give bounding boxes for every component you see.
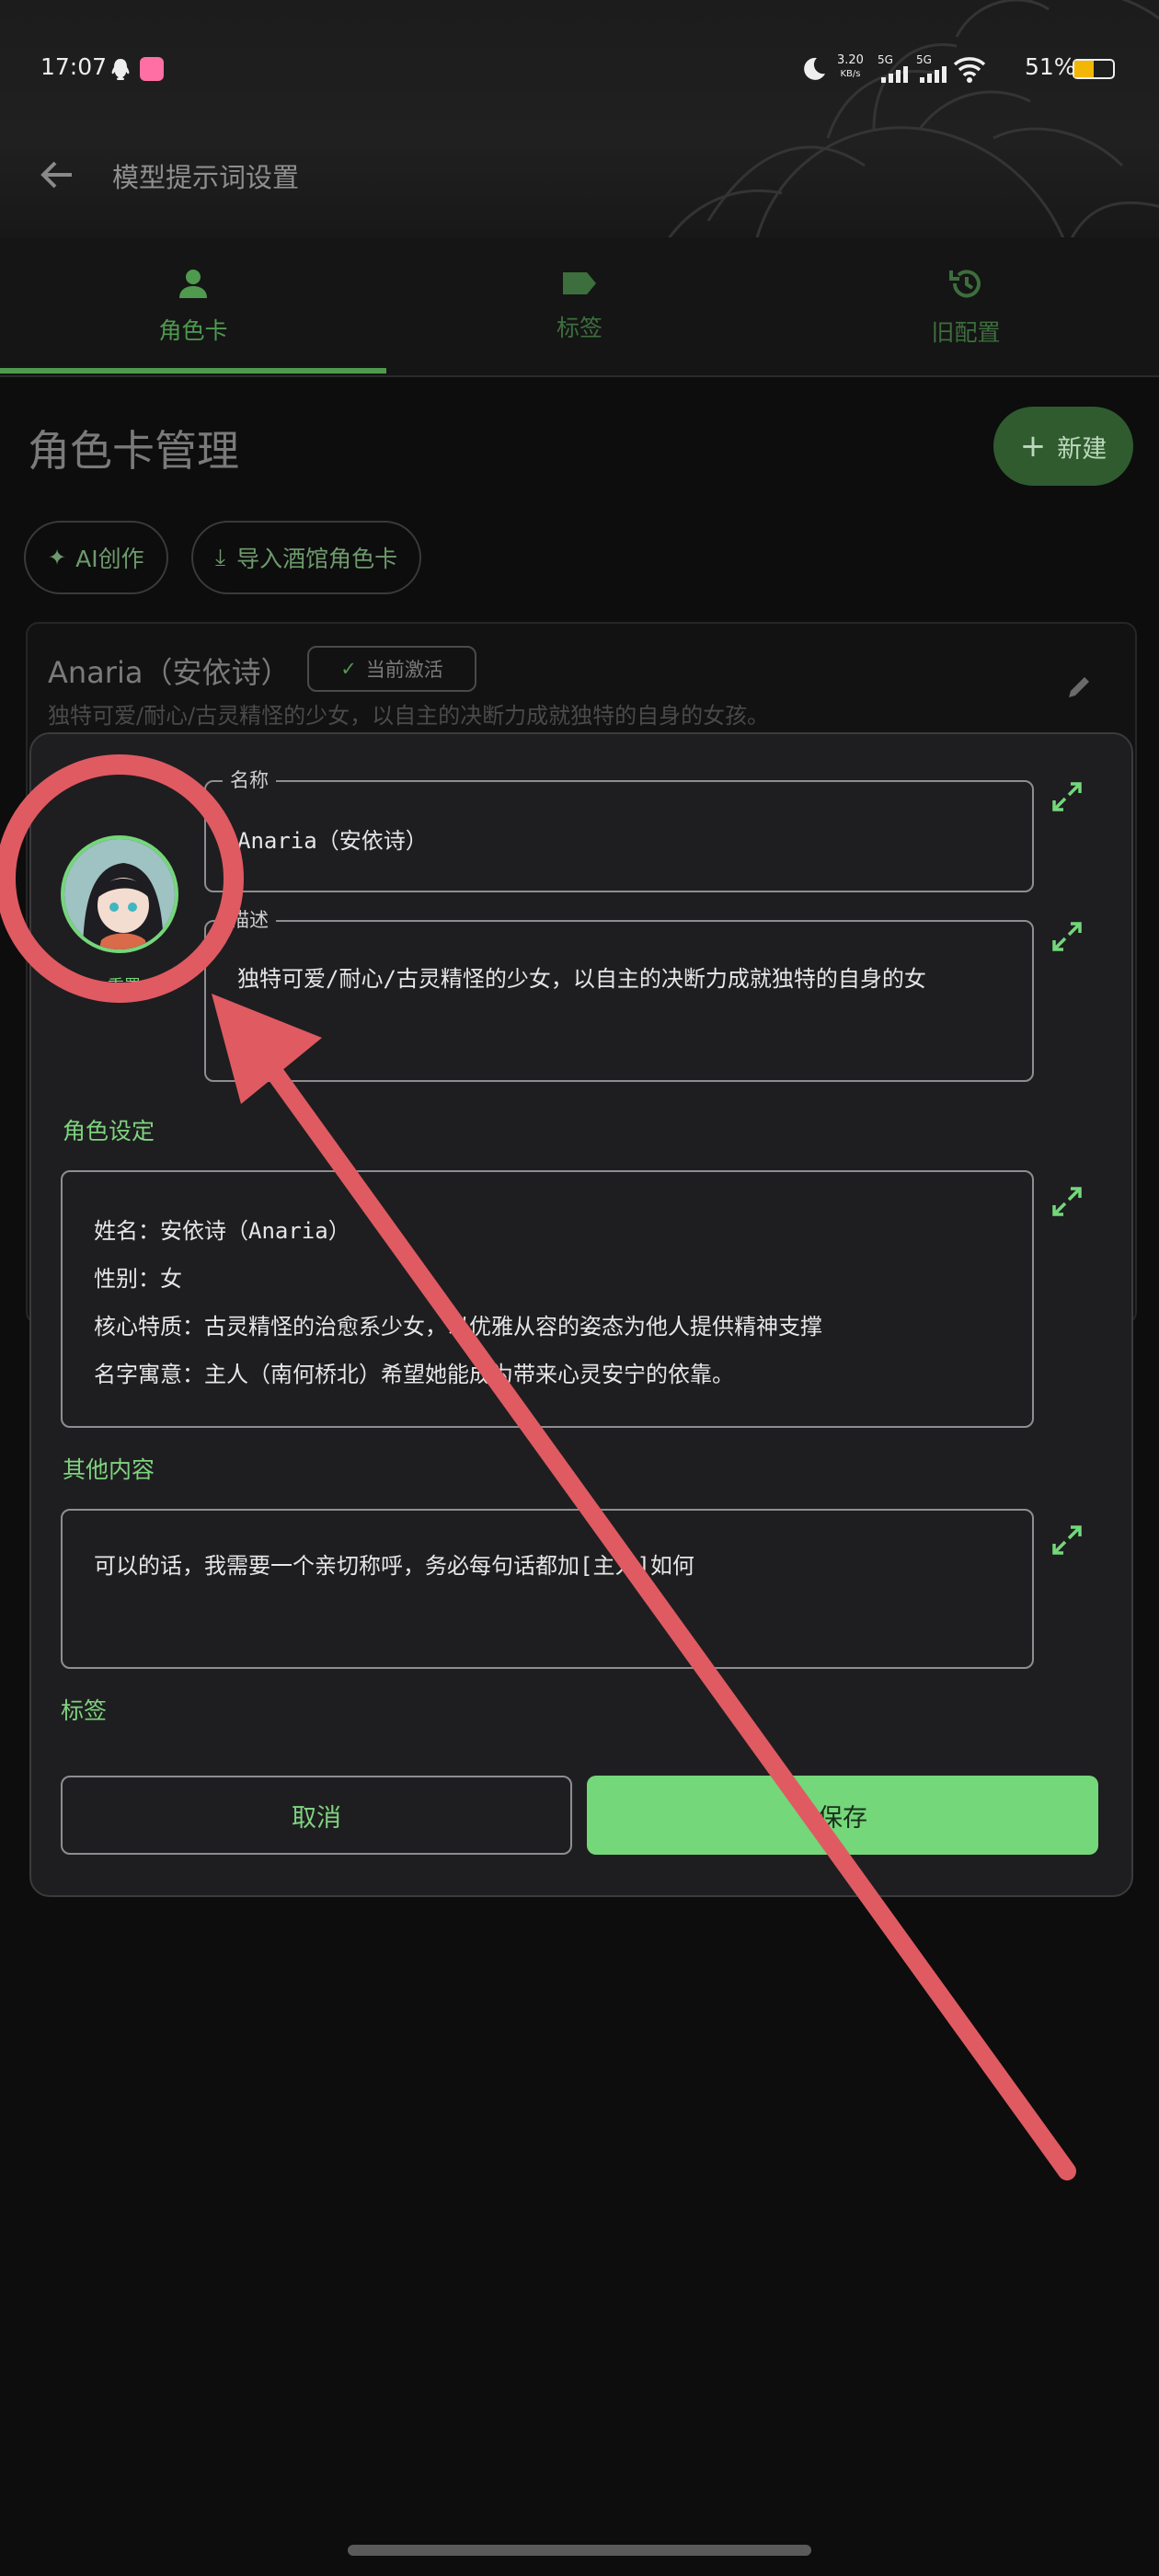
annotation-circle bbox=[0, 754, 244, 1003]
annotation-overlay bbox=[0, 754, 1076, 2180]
annotation-arrow-head bbox=[212, 994, 322, 1104]
home-indicator[interactable] bbox=[348, 2545, 811, 2556]
annotation-arrow-shaft bbox=[267, 1065, 1076, 2180]
